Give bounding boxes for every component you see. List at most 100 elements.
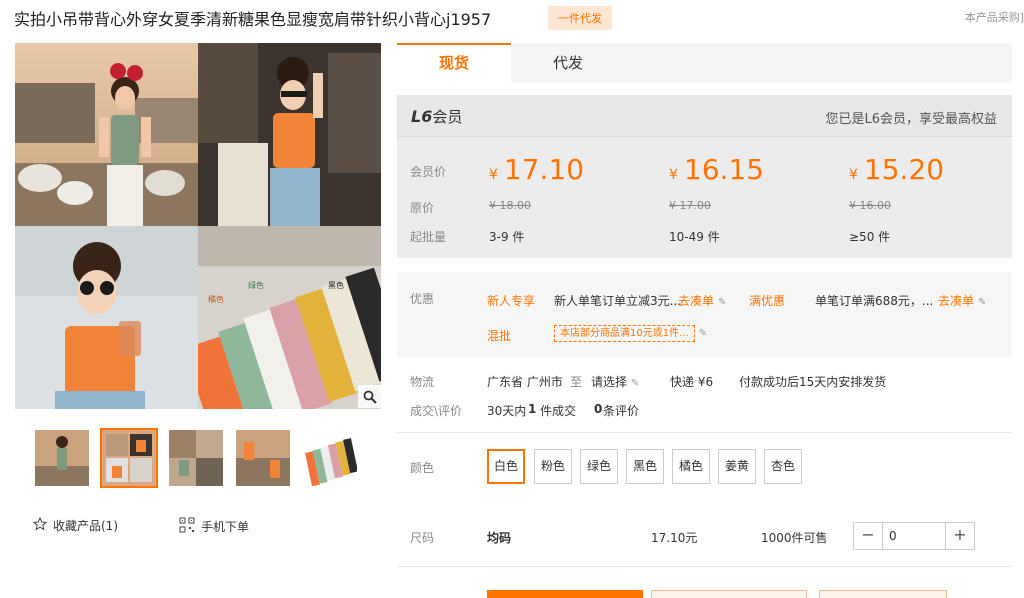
thumbnail-1[interactable] <box>33 428 91 488</box>
color-option-ginger[interactable]: 姜黄 <box>718 449 756 484</box>
member-level-suffix: 会员 <box>432 108 463 126</box>
tier-price: ¥17.10 <box>489 153 585 186</box>
purchase-note: 本产品采购] <box>964 11 1024 24</box>
deals-count-suffix: 件成交 <box>540 404 577 418</box>
thumbnail-3[interactable] <box>167 428 225 488</box>
thumbnail-4[interactable] <box>234 428 292 488</box>
color-label: 颜色 <box>410 461 435 475</box>
deals-prefix: 30天内 <box>487 404 527 418</box>
price-tier-1: ¥17.10 ¥ 18.00 3-9 件 <box>489 153 659 253</box>
member-price-label: 会员价 <box>410 165 447 179</box>
edit-icon: ✎ <box>698 328 708 339</box>
dropship-button[interactable] <box>819 590 947 598</box>
color-option-apricot[interactable]: 杏色 <box>764 449 802 484</box>
reviews-count[interactable]: 0 <box>594 402 602 416</box>
size-row: 尺码 均码 17.10元 1000件可售 − 0 + <box>397 520 1012 552</box>
price-tier-3: ¥15.20 ¥ 16.00 ≥50 件 <box>849 153 1012 253</box>
size-price: 17.10元 <box>651 531 698 545</box>
go-order-link-2[interactable]: 去凑单 ✎ <box>938 292 986 309</box>
divider <box>397 566 1012 567</box>
express-fee: 快递 ¥6 <box>670 375 714 389</box>
tab-dropship[interactable]: 代发 <box>511 43 625 83</box>
promotions: 优惠 新人专享 新人单笔订单立减3元... 去凑单 ✎ 满优惠 单笔订单满688元… <box>397 272 1012 357</box>
favorite-action[interactable]: 收藏产品(1) <box>32 516 118 534</box>
color-option-black[interactable]: 黑色 <box>626 449 664 484</box>
new-user-text: 新人单笔订单立减3元... <box>554 294 682 308</box>
color-option-green[interactable]: 绿色 <box>580 449 618 484</box>
product-title: 实拍小吊带背心外穿女夏季清新糖果色显瘦宽肩带针织小背心j1957 <box>14 10 492 29</box>
member-level: L6会员 <box>411 106 462 127</box>
member-note: 您已是L6会员，享受最高权益 <box>825 112 997 127</box>
tier-price: ¥15.20 <box>849 153 945 186</box>
color-option-pink[interactable]: 粉色 <box>534 449 572 484</box>
mobile-order-label: 手机下单 <box>201 520 250 534</box>
tier-orig-price: ¥ 17.00 <box>669 199 711 212</box>
label-green: 绿色 <box>248 280 264 290</box>
color-selector: 颜色 白色 粉色 绿色 黑色 橘色 姜黄 杏色 <box>397 447 1012 487</box>
full-discount-tag: 满优惠 <box>749 294 786 308</box>
price-tier-2: ¥16.15 ¥ 17.00 10-49 件 <box>669 153 839 253</box>
photo-sunglasses <box>15 226 198 409</box>
tier-moq: 10-49 件 <box>669 230 720 244</box>
tab-bar: 现货 代发 <box>397 43 1012 83</box>
size-label: 尺码 <box>410 531 435 545</box>
qrcode-icon <box>179 517 195 536</box>
mobile-order-action[interactable]: 手机下单 <box>179 517 249 536</box>
go-order-link-1[interactable]: 去凑单 ✎ <box>678 292 726 309</box>
color-option-white[interactable]: 白色 <box>487 449 525 484</box>
star-icon <box>32 516 48 534</box>
member-level-code: L6 <box>411 107 433 126</box>
reviews-suffix: 条评价 <box>603 404 640 418</box>
destination-select[interactable]: 请选择 ✎ <box>591 373 639 390</box>
edit-icon: ✎ <box>978 297 987 308</box>
label-orange: 橘色 <box>208 294 224 304</box>
mix-batch-note[interactable]: 本店部分商品满10元或1件... ✎ <box>554 324 708 342</box>
new-user-tag: 新人专享 <box>487 294 536 308</box>
ship-time-note: 付款成功后15天内安排发货 <box>739 375 887 389</box>
deals-label: 成交\评价 <box>410 404 463 418</box>
thumbnail-5[interactable] <box>301 428 359 488</box>
cart-button[interactable] <box>651 590 807 598</box>
color-option-orange[interactable]: 橘色 <box>672 449 710 484</box>
logistics-row: 物流 广东省 广州市 至 请选择 ✎ 快递 ¥6 付款成功后15天内安排发货 <box>397 370 1012 392</box>
edit-icon: ✎ <box>718 297 727 308</box>
tab-in-stock[interactable]: 现货 <box>397 43 511 83</box>
label-black: 黑色 <box>328 280 344 290</box>
favorite-label: 收藏产品(1) <box>53 519 118 533</box>
photo-farm <box>15 43 198 226</box>
divider <box>397 432 1012 433</box>
mix-batch-tag: 混批 <box>487 329 512 343</box>
order-button[interactable] <box>487 590 643 598</box>
dropship-badge[interactable]: 一件代发 <box>548 6 612 30</box>
deals-count[interactable]: 1 <box>528 402 536 416</box>
quantity-stepper: − 0 + <box>853 522 975 550</box>
photo-color-swatches: 橘色 绿色 黑色 <box>198 226 381 409</box>
zoom-icon[interactable] <box>358 385 381 408</box>
moq-label: 起批量 <box>410 230 447 244</box>
deals-row: 成交\评价 30天内 1 件成交 0 条评价 <box>397 399 1012 421</box>
photo-cafe <box>198 43 381 226</box>
member-header: L6会员 您已是L6会员，享受最高权益 <box>397 95 1012 137</box>
size-stock: 1000件可售 <box>761 531 828 545</box>
orig-price-label: 原价 <box>410 201 435 215</box>
thumbnail-2[interactable] <box>100 428 158 488</box>
ship-from: 广东省 广州市 <box>487 375 563 389</box>
promo-label: 优惠 <box>410 292 435 306</box>
title-row: 实拍小吊带背心外穿女夏季清新糖果色显瘦宽肩带针织小背心j1957 一件代发 本产… <box>14 6 1024 32</box>
tier-orig-price: ¥ 16.00 <box>849 199 891 212</box>
chevron-icon: ✎ <box>631 378 640 389</box>
thumbnail-strip <box>33 428 373 490</box>
decrease-button[interactable]: − <box>854 523 882 549</box>
tier-moq: 3-9 件 <box>489 230 525 244</box>
tier-orig-price: ¥ 18.00 <box>489 199 531 212</box>
increase-button[interactable]: + <box>946 523 974 549</box>
size-value: 均码 <box>487 531 512 545</box>
tier-moq: ≥50 件 <box>849 230 891 244</box>
tier-price: ¥16.15 <box>669 153 765 186</box>
quantity-input[interactable]: 0 <box>882 523 946 549</box>
gallery-actions: 收藏产品(1) 手机下单 <box>32 516 363 537</box>
logistics-label: 物流 <box>410 375 435 389</box>
full-discount-text: 单笔订单满688元，... <box>815 294 934 308</box>
price-panel: L6会员 您已是L6会员，享受最高权益 会员价 原价 起批量 ¥17.10 ¥ … <box>397 95 1012 258</box>
main-product-image[interactable]: 橘色 绿色 黑色 <box>15 43 381 409</box>
